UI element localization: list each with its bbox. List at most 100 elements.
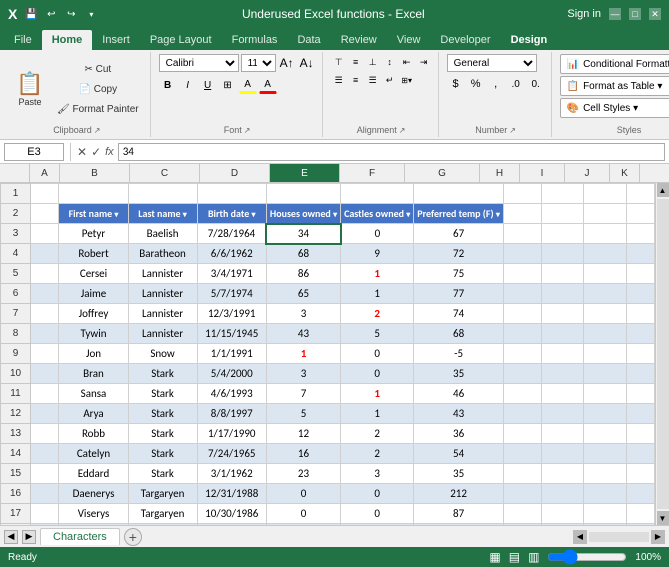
scroll-right-tab-button[interactable]: ▶ bbox=[22, 530, 36, 544]
cell-h17[interactable] bbox=[503, 504, 541, 524]
col-header-k[interactable]: K bbox=[610, 164, 640, 182]
insert-function-icon[interactable]: fx bbox=[105, 146, 114, 158]
cell-h9[interactable] bbox=[503, 344, 541, 364]
cell-b14[interactable]: Catelyn bbox=[59, 444, 128, 464]
cell-e1[interactable] bbox=[266, 184, 340, 204]
cell-k1[interactable] bbox=[626, 184, 654, 204]
cell-a15[interactable] bbox=[31, 464, 59, 484]
cell-b8[interactable]: Tywin bbox=[59, 324, 128, 344]
cell-a2[interactable] bbox=[31, 204, 59, 224]
cell-d6[interactable]: 5/7/1974 bbox=[197, 284, 266, 304]
cell-c2[interactable]: Last name ▾ bbox=[128, 204, 197, 224]
cell-d3[interactable]: 7/28/1964 bbox=[197, 224, 266, 244]
cell-g17[interactable]: 87 bbox=[414, 504, 504, 524]
cell-j11[interactable] bbox=[584, 384, 626, 404]
cell-h5[interactable] bbox=[503, 264, 541, 284]
col-header-c[interactable]: C bbox=[130, 164, 200, 182]
cancel-formula-icon[interactable]: ✕ bbox=[77, 145, 87, 159]
qa-dropdown-icon[interactable]: ▾ bbox=[83, 6, 99, 22]
cell-j2[interactable] bbox=[584, 204, 626, 224]
copy-button[interactable]: 📄 Copy bbox=[52, 81, 144, 99]
cell-a6[interactable] bbox=[31, 284, 59, 304]
col-header-i[interactable]: I bbox=[520, 164, 565, 182]
cell-g11[interactable]: 46 bbox=[414, 384, 504, 404]
tab-home[interactable]: Home bbox=[42, 30, 93, 50]
cell-b2[interactable]: First name ▾ bbox=[59, 204, 128, 224]
scroll-right-button[interactable]: ▶ bbox=[651, 530, 665, 544]
cell-d17[interactable]: 10/30/1986 bbox=[197, 504, 266, 524]
clipboard-dialog-icon[interactable]: ↗ bbox=[94, 126, 101, 135]
cell-e11[interactable]: 7 bbox=[266, 384, 340, 404]
cell-c15[interactable]: Stark bbox=[128, 464, 197, 484]
cell-f2[interactable]: Castles owned ▾ bbox=[341, 204, 414, 224]
cell-e3[interactable]: 34 bbox=[266, 224, 340, 244]
cell-h13[interactable] bbox=[503, 424, 541, 444]
cell-c14[interactable]: Stark bbox=[128, 444, 197, 464]
cell-k16[interactable] bbox=[626, 484, 654, 504]
col-header-g[interactable]: G bbox=[405, 164, 480, 182]
cell-a10[interactable] bbox=[31, 364, 59, 384]
cell-e9[interactable]: 1 bbox=[266, 344, 340, 364]
cell-i11[interactable] bbox=[541, 384, 583, 404]
confirm-formula-icon[interactable]: ✓ bbox=[91, 145, 101, 159]
close-button[interactable]: ✕ bbox=[649, 8, 661, 20]
cell-g2[interactable]: Preferred temp (F) ▾ bbox=[414, 204, 504, 224]
cell-b16[interactable]: Daenerys bbox=[59, 484, 128, 504]
cell-i3[interactable] bbox=[541, 224, 583, 244]
cell-a8[interactable] bbox=[31, 324, 59, 344]
cell-f7[interactable]: 2 bbox=[341, 304, 414, 324]
cell-g18[interactable]: 76 bbox=[414, 524, 504, 526]
cell-j9[interactable] bbox=[584, 344, 626, 364]
cell-c8[interactable]: Lannister bbox=[128, 324, 197, 344]
cell-g14[interactable]: 54 bbox=[414, 444, 504, 464]
cell-j18[interactable] bbox=[584, 524, 626, 526]
cell-i2[interactable] bbox=[541, 204, 583, 224]
tab-developer[interactable]: Developer bbox=[430, 30, 500, 50]
cell-k6[interactable] bbox=[626, 284, 654, 304]
cell-b15[interactable]: Eddard bbox=[59, 464, 128, 484]
cell-k17[interactable] bbox=[626, 504, 654, 524]
formula-input[interactable] bbox=[118, 143, 665, 161]
text-direction-button[interactable]: ↕ bbox=[382, 54, 398, 70]
cell-k11[interactable] bbox=[626, 384, 654, 404]
font-dialog-icon[interactable]: ↗ bbox=[244, 126, 251, 135]
cell-d4[interactable]: 6/6/1962 bbox=[197, 244, 266, 264]
cell-j10[interactable] bbox=[584, 364, 626, 384]
align-left-button[interactable]: ☰ bbox=[331, 72, 347, 88]
tab-data[interactable]: Data bbox=[287, 30, 330, 50]
cell-f17[interactable]: 0 bbox=[341, 504, 414, 524]
format-as-table-button[interactable]: 📋 Format as Table ▾ bbox=[560, 76, 669, 96]
cell-g1[interactable] bbox=[414, 184, 504, 204]
cell-c3[interactable]: Baelish bbox=[128, 224, 197, 244]
cell-h6[interactable] bbox=[503, 284, 541, 304]
cell-f15[interactable]: 3 bbox=[341, 464, 414, 484]
cell-h4[interactable] bbox=[503, 244, 541, 264]
fill-color-button[interactable]: A bbox=[239, 76, 257, 94]
cell-e14[interactable]: 16 bbox=[266, 444, 340, 464]
conditional-formatting-button[interactable]: 📊 Conditional Formatting ▾ bbox=[560, 54, 669, 74]
cell-a1[interactable] bbox=[31, 184, 59, 204]
cell-b9[interactable]: Jon bbox=[59, 344, 128, 364]
cell-i12[interactable] bbox=[541, 404, 583, 424]
cell-i17[interactable] bbox=[541, 504, 583, 524]
cell-k7[interactable] bbox=[626, 304, 654, 324]
cell-h3[interactable] bbox=[503, 224, 541, 244]
cell-d18[interactable]: 8/9/1976 bbox=[197, 524, 266, 526]
cell-a5[interactable] bbox=[31, 264, 59, 284]
cell-h14[interactable] bbox=[503, 444, 541, 464]
cell-a13[interactable] bbox=[31, 424, 59, 444]
cell-h12[interactable] bbox=[503, 404, 541, 424]
cell-j13[interactable] bbox=[584, 424, 626, 444]
align-center-button[interactable]: ≡ bbox=[348, 72, 364, 88]
cell-f16[interactable]: 0 bbox=[341, 484, 414, 504]
cell-k18[interactable] bbox=[626, 524, 654, 526]
cell-h7[interactable] bbox=[503, 304, 541, 324]
cell-e12[interactable]: 5 bbox=[266, 404, 340, 424]
cell-k12[interactable] bbox=[626, 404, 654, 424]
cell-k8[interactable] bbox=[626, 324, 654, 344]
cell-b7[interactable]: Joffrey bbox=[59, 304, 128, 324]
cell-d9[interactable]: 1/1/1991 bbox=[197, 344, 266, 364]
cell-d11[interactable]: 4/6/1993 bbox=[197, 384, 266, 404]
cell-c9[interactable]: Snow bbox=[128, 344, 197, 364]
tab-design[interactable]: Design bbox=[501, 30, 558, 50]
